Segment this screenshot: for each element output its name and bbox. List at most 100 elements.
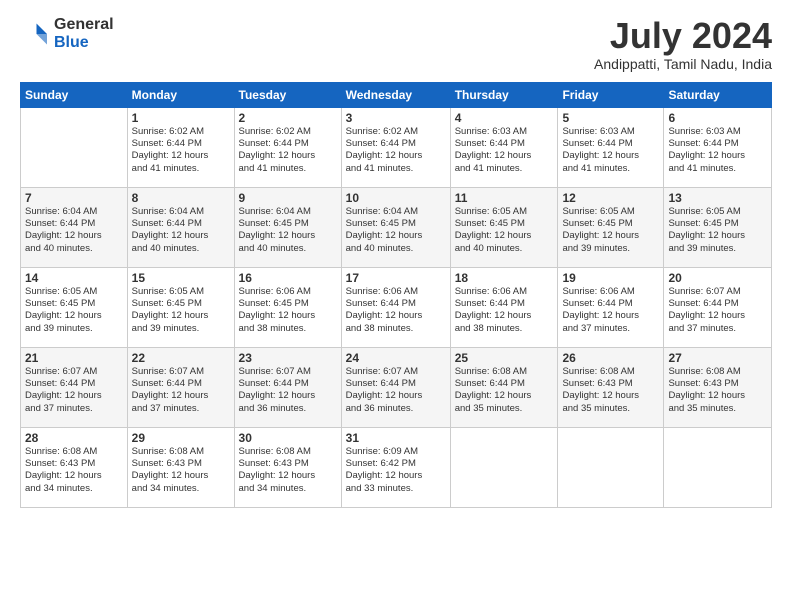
calendar-cell: 16Sunrise: 6:06 AM Sunset: 6:45 PM Dayli…: [234, 267, 341, 347]
calendar-cell: 9Sunrise: 6:04 AM Sunset: 6:45 PM Daylig…: [234, 187, 341, 267]
calendar-cell: 11Sunrise: 6:05 AM Sunset: 6:45 PM Dayli…: [450, 187, 558, 267]
day-number: 29: [132, 431, 230, 445]
calendar-cell: 5Sunrise: 6:03 AM Sunset: 6:44 PM Daylig…: [558, 107, 664, 187]
day-info: Sunrise: 6:09 AM Sunset: 6:42 PM Dayligh…: [346, 446, 446, 495]
logo-blue: Blue: [54, 34, 114, 52]
calendar-week-row: 1Sunrise: 6:02 AM Sunset: 6:44 PM Daylig…: [21, 107, 772, 187]
day-number: 11: [455, 191, 554, 205]
calendar-cell: 8Sunrise: 6:04 AM Sunset: 6:44 PM Daylig…: [127, 187, 234, 267]
day-info: Sunrise: 6:07 AM Sunset: 6:44 PM Dayligh…: [346, 366, 446, 415]
calendar-cell: 17Sunrise: 6:06 AM Sunset: 6:44 PM Dayli…: [341, 267, 450, 347]
day-number: 24: [346, 351, 446, 365]
day-info: Sunrise: 6:02 AM Sunset: 6:44 PM Dayligh…: [239, 126, 337, 175]
logo-icon: [20, 19, 50, 49]
day-number: 9: [239, 191, 337, 205]
day-number: 1: [132, 111, 230, 125]
calendar-cell: 7Sunrise: 6:04 AM Sunset: 6:44 PM Daylig…: [21, 187, 128, 267]
calendar-cell: 1Sunrise: 6:02 AM Sunset: 6:44 PM Daylig…: [127, 107, 234, 187]
calendar-cell: 14Sunrise: 6:05 AM Sunset: 6:45 PM Dayli…: [21, 267, 128, 347]
calendar-cell: 10Sunrise: 6:04 AM Sunset: 6:45 PM Dayli…: [341, 187, 450, 267]
calendar-cell: 28Sunrise: 6:08 AM Sunset: 6:43 PM Dayli…: [21, 427, 128, 507]
calendar-cell: 4Sunrise: 6:03 AM Sunset: 6:44 PM Daylig…: [450, 107, 558, 187]
calendar-cell: 29Sunrise: 6:08 AM Sunset: 6:43 PM Dayli…: [127, 427, 234, 507]
day-info: Sunrise: 6:07 AM Sunset: 6:44 PM Dayligh…: [668, 286, 767, 335]
day-info: Sunrise: 6:08 AM Sunset: 6:43 PM Dayligh…: [562, 366, 659, 415]
calendar-cell: [664, 427, 772, 507]
day-info: Sunrise: 6:04 AM Sunset: 6:44 PM Dayligh…: [132, 206, 230, 255]
day-info: Sunrise: 6:04 AM Sunset: 6:45 PM Dayligh…: [346, 206, 446, 255]
day-number: 27: [668, 351, 767, 365]
calendar-week-row: 7Sunrise: 6:04 AM Sunset: 6:44 PM Daylig…: [21, 187, 772, 267]
day-number: 5: [562, 111, 659, 125]
logo-text: General Blue: [54, 16, 114, 51]
logo-general: General: [54, 16, 114, 34]
day-info: Sunrise: 6:04 AM Sunset: 6:44 PM Dayligh…: [25, 206, 123, 255]
day-number: 17: [346, 271, 446, 285]
calendar-cell: 21Sunrise: 6:07 AM Sunset: 6:44 PM Dayli…: [21, 347, 128, 427]
calendar-header-row: SundayMondayTuesdayWednesdayThursdayFrid…: [21, 82, 772, 107]
day-number: 26: [562, 351, 659, 365]
calendar-cell: 26Sunrise: 6:08 AM Sunset: 6:43 PM Dayli…: [558, 347, 664, 427]
calendar-cell: 3Sunrise: 6:02 AM Sunset: 6:44 PM Daylig…: [341, 107, 450, 187]
day-info: Sunrise: 6:07 AM Sunset: 6:44 PM Dayligh…: [25, 366, 123, 415]
header: General Blue July 2024 Andippatti, Tamil…: [20, 16, 772, 72]
day-info: Sunrise: 6:03 AM Sunset: 6:44 PM Dayligh…: [562, 126, 659, 175]
calendar-header-sunday: Sunday: [21, 82, 128, 107]
calendar-cell: 15Sunrise: 6:05 AM Sunset: 6:45 PM Dayli…: [127, 267, 234, 347]
title-block: July 2024 Andippatti, Tamil Nadu, India: [594, 16, 772, 72]
day-number: 28: [25, 431, 123, 445]
day-info: Sunrise: 6:02 AM Sunset: 6:44 PM Dayligh…: [132, 126, 230, 175]
day-number: 15: [132, 271, 230, 285]
calendar-cell: 22Sunrise: 6:07 AM Sunset: 6:44 PM Dayli…: [127, 347, 234, 427]
day-number: 25: [455, 351, 554, 365]
day-info: Sunrise: 6:05 AM Sunset: 6:45 PM Dayligh…: [455, 206, 554, 255]
calendar-header-thursday: Thursday: [450, 82, 558, 107]
day-info: Sunrise: 6:02 AM Sunset: 6:44 PM Dayligh…: [346, 126, 446, 175]
day-info: Sunrise: 6:06 AM Sunset: 6:44 PM Dayligh…: [562, 286, 659, 335]
calendar-cell: [450, 427, 558, 507]
calendar-cell: 24Sunrise: 6:07 AM Sunset: 6:44 PM Dayli…: [341, 347, 450, 427]
title-location: Andippatti, Tamil Nadu, India: [594, 56, 772, 72]
title-month: July 2024: [594, 16, 772, 56]
day-number: 21: [25, 351, 123, 365]
calendar-header-friday: Friday: [558, 82, 664, 107]
day-info: Sunrise: 6:05 AM Sunset: 6:45 PM Dayligh…: [25, 286, 123, 335]
day-info: Sunrise: 6:05 AM Sunset: 6:45 PM Dayligh…: [562, 206, 659, 255]
calendar-header-wednesday: Wednesday: [341, 82, 450, 107]
day-number: 10: [346, 191, 446, 205]
day-number: 22: [132, 351, 230, 365]
day-info: Sunrise: 6:08 AM Sunset: 6:43 PM Dayligh…: [25, 446, 123, 495]
calendar-cell: [21, 107, 128, 187]
day-info: Sunrise: 6:05 AM Sunset: 6:45 PM Dayligh…: [668, 206, 767, 255]
calendar-table: SundayMondayTuesdayWednesdayThursdayFrid…: [20, 82, 772, 508]
day-number: 23: [239, 351, 337, 365]
calendar-header-saturday: Saturday: [664, 82, 772, 107]
day-number: 19: [562, 271, 659, 285]
day-info: Sunrise: 6:08 AM Sunset: 6:43 PM Dayligh…: [239, 446, 337, 495]
day-info: Sunrise: 6:04 AM Sunset: 6:45 PM Dayligh…: [239, 206, 337, 255]
day-number: 20: [668, 271, 767, 285]
page: General Blue July 2024 Andippatti, Tamil…: [0, 0, 792, 612]
calendar-cell: 27Sunrise: 6:08 AM Sunset: 6:43 PM Dayli…: [664, 347, 772, 427]
calendar-cell: 18Sunrise: 6:06 AM Sunset: 6:44 PM Dayli…: [450, 267, 558, 347]
day-info: Sunrise: 6:06 AM Sunset: 6:45 PM Dayligh…: [239, 286, 337, 335]
calendar-header-tuesday: Tuesday: [234, 82, 341, 107]
day-number: 16: [239, 271, 337, 285]
day-info: Sunrise: 6:05 AM Sunset: 6:45 PM Dayligh…: [132, 286, 230, 335]
day-info: Sunrise: 6:07 AM Sunset: 6:44 PM Dayligh…: [132, 366, 230, 415]
day-number: 4: [455, 111, 554, 125]
day-number: 3: [346, 111, 446, 125]
calendar-cell: 6Sunrise: 6:03 AM Sunset: 6:44 PM Daylig…: [664, 107, 772, 187]
day-info: Sunrise: 6:06 AM Sunset: 6:44 PM Dayligh…: [455, 286, 554, 335]
day-number: 8: [132, 191, 230, 205]
day-info: Sunrise: 6:03 AM Sunset: 6:44 PM Dayligh…: [455, 126, 554, 175]
calendar-cell: 30Sunrise: 6:08 AM Sunset: 6:43 PM Dayli…: [234, 427, 341, 507]
calendar-week-row: 28Sunrise: 6:08 AM Sunset: 6:43 PM Dayli…: [21, 427, 772, 507]
day-number: 31: [346, 431, 446, 445]
day-number: 30: [239, 431, 337, 445]
calendar-cell: 13Sunrise: 6:05 AM Sunset: 6:45 PM Dayli…: [664, 187, 772, 267]
day-info: Sunrise: 6:08 AM Sunset: 6:44 PM Dayligh…: [455, 366, 554, 415]
day-number: 7: [25, 191, 123, 205]
calendar-header-monday: Monday: [127, 82, 234, 107]
day-info: Sunrise: 6:07 AM Sunset: 6:44 PM Dayligh…: [239, 366, 337, 415]
